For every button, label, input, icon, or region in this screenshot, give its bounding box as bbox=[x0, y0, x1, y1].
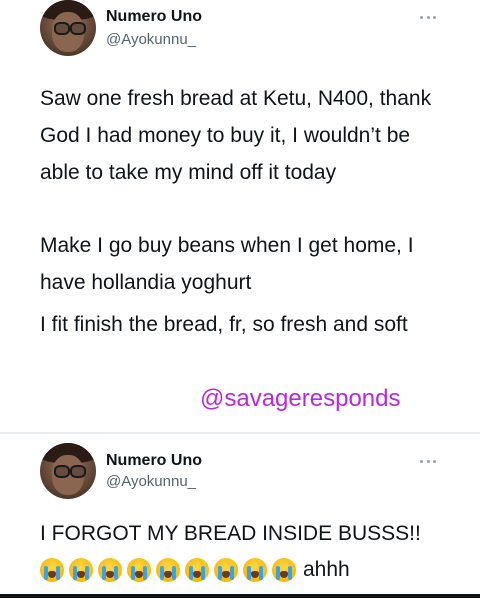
emoji-mouth bbox=[135, 571, 143, 578]
emoji-row: ahhh bbox=[40, 556, 350, 584]
more-dot bbox=[426, 459, 430, 463]
avatar-glasses-right bbox=[70, 465, 86, 478]
bottom-edge bbox=[0, 594, 480, 598]
author-name[interactable]: Numero Uno bbox=[106, 8, 202, 26]
loudly-crying-face-emoji bbox=[185, 558, 209, 582]
more-dot bbox=[433, 15, 436, 19]
author-name[interactable]: Numero Uno bbox=[106, 452, 202, 470]
author-handle[interactable]: @Ayokunnu_ bbox=[106, 31, 196, 48]
tweet-text-paragraph: Saw one fresh bread at Ketu, N400, thank… bbox=[40, 87, 432, 184]
emoji-mouth bbox=[106, 571, 114, 578]
loudly-crying-face-emoji bbox=[214, 558, 238, 582]
loudly-crying-face-emoji bbox=[40, 558, 64, 582]
emoji-mouth bbox=[77, 571, 85, 578]
avatar-glasses-left bbox=[54, 22, 70, 35]
emoji-mouth bbox=[280, 571, 288, 578]
emoji-mouth bbox=[164, 571, 172, 578]
more-options-icon[interactable] bbox=[420, 456, 436, 466]
loudly-crying-face-emoji bbox=[69, 558, 93, 582]
tweet-text-paragraph: Make I go buy beans when I get home, I h… bbox=[40, 234, 414, 294]
author-avatar[interactable] bbox=[40, 443, 96, 499]
trailing-text: ahhh bbox=[303, 558, 350, 581]
avatar-glasses-left bbox=[54, 465, 70, 478]
tweet-2[interactable]: Numero Uno @Ayokunnu_ I FORGOT MY BREAD … bbox=[0, 432, 480, 594]
emoji-mouth bbox=[251, 571, 259, 578]
loudly-crying-face-emoji bbox=[156, 558, 180, 582]
loudly-crying-face-emoji bbox=[127, 558, 151, 582]
more-dot bbox=[426, 15, 430, 19]
tweet-text: I FORGOT MY BREAD INSIDE BUSSS!! bbox=[40, 522, 421, 545]
emoji-mouth bbox=[222, 571, 230, 578]
more-dot bbox=[420, 15, 423, 19]
loudly-crying-face-emoji bbox=[272, 558, 296, 582]
author-handle[interactable]: @Ayokunnu_ bbox=[106, 473, 196, 490]
loudly-crying-face-emoji bbox=[98, 558, 122, 582]
emoji-mouth bbox=[193, 571, 201, 578]
more-options-icon[interactable] bbox=[420, 12, 436, 22]
watermark-text: @savageresponds bbox=[200, 385, 401, 412]
tweet-text-paragraph: I fit finish the bread, fr, so fresh and… bbox=[40, 313, 408, 336]
emoji-mouth bbox=[48, 571, 56, 578]
author-avatar[interactable] bbox=[40, 0, 96, 56]
more-dot bbox=[433, 459, 436, 463]
loudly-crying-face-emoji bbox=[243, 558, 267, 582]
avatar-glasses-right bbox=[70, 22, 86, 35]
more-dot bbox=[420, 459, 423, 463]
tweet-1[interactable]: Numero Uno @Ayokunnu_ Saw one fresh brea… bbox=[0, 0, 480, 432]
